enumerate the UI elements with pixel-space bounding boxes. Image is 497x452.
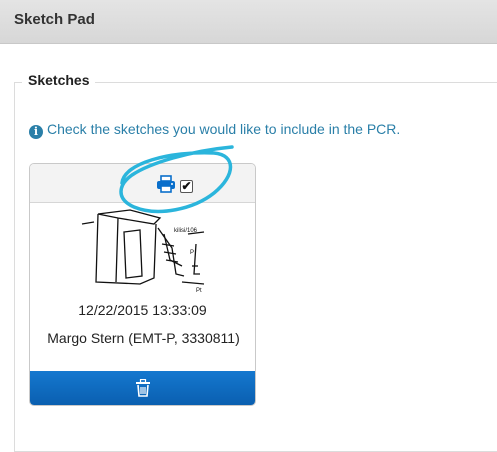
sketch-card: ✔ kilisi/106 P Pt 12/22/2015 13:33:09 Ma… bbox=[29, 163, 256, 406]
sketch-date: 12/22/2015 13:33:09 bbox=[78, 302, 207, 318]
print-icon[interactable] bbox=[156, 175, 176, 198]
info-text: Check the sketches you would like to inc… bbox=[47, 121, 401, 137]
trash-icon[interactable] bbox=[135, 378, 151, 402]
sketch-card-footer bbox=[30, 371, 255, 405]
sketches-legend: Sketches bbox=[22, 72, 96, 88]
svg-text:P: P bbox=[190, 250, 194, 256]
sketch-card-toolbar: ✔ bbox=[30, 164, 255, 203]
app-header: Sketch Pad bbox=[0, 0, 497, 44]
sketch-author: Margo Stern (EMT-P, 3330811) bbox=[47, 330, 240, 346]
info-message: i Check the sketches you would like to in… bbox=[29, 121, 400, 139]
svg-text:kilisi/106: kilisi/106 bbox=[174, 228, 198, 234]
svg-text:Pt: Pt bbox=[196, 288, 202, 294]
sketch-thumbnail[interactable]: kilisi/106 P Pt bbox=[78, 204, 208, 300]
page-title: Sketch Pad bbox=[14, 11, 95, 28]
info-icon: i bbox=[29, 125, 43, 139]
include-checkbox[interactable]: ✔ bbox=[180, 180, 193, 193]
